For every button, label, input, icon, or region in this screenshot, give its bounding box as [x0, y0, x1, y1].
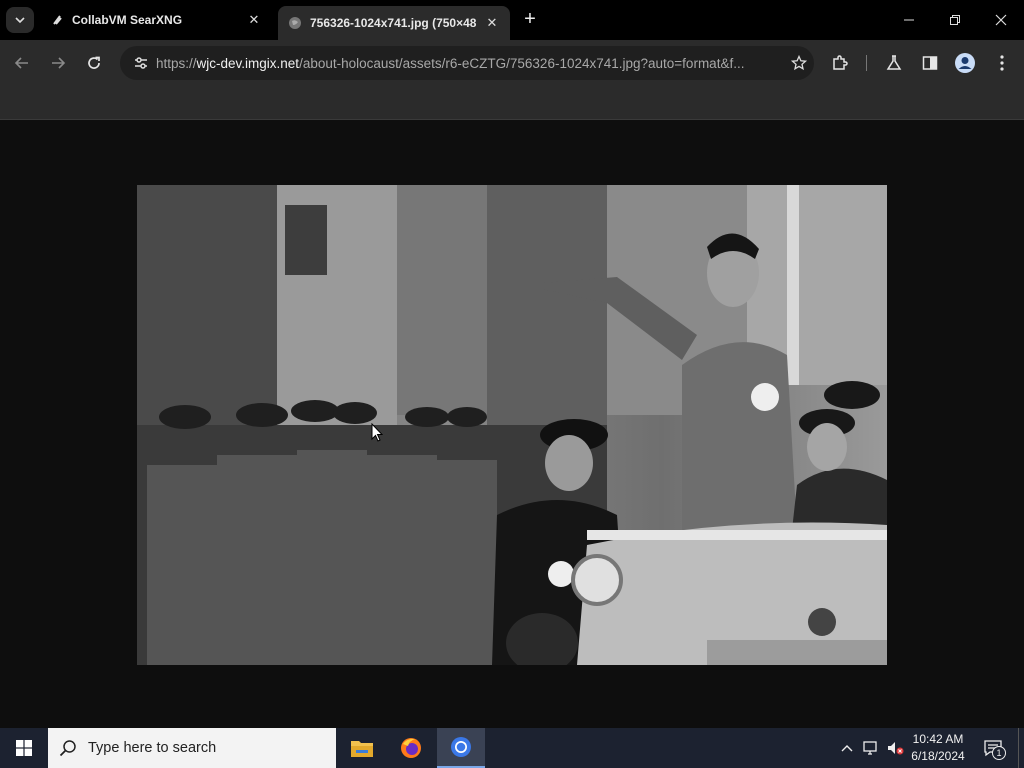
bookmark-star-icon[interactable] — [784, 55, 814, 71]
reload-button[interactable] — [83, 52, 105, 74]
network-icon — [863, 741, 877, 755]
tab-title: CollabVM SearXNG — [72, 13, 183, 27]
puzzle-icon — [833, 55, 848, 70]
labs-button[interactable] — [883, 52, 905, 74]
chevron-down-icon — [15, 17, 25, 24]
search-icon — [48, 739, 88, 757]
tab-title: 756326-1024x741.jpg (750×48 — [310, 16, 477, 30]
taskbar-search-box[interactable]: Type here to search — [48, 728, 336, 768]
profile-button[interactable] — [954, 52, 976, 74]
chevron-up-icon — [841, 745, 853, 752]
side-panel-icon — [922, 56, 938, 70]
site-info-icon[interactable] — [126, 55, 156, 71]
url-path: /about-holocaust/assets/r6-eCZTG/756326-… — [299, 55, 745, 71]
notification-count-badge: 1 — [992, 746, 1006, 760]
notification-center-button[interactable]: 1 — [978, 728, 1008, 768]
network-button[interactable] — [860, 728, 882, 768]
firefox-icon — [401, 738, 421, 758]
search-placeholder: Type here to search — [88, 740, 217, 756]
mouse-cursor-icon — [371, 423, 383, 442]
new-tab-button[interactable]: + — [520, 9, 540, 30]
flask-icon — [886, 55, 902, 70]
windows-logo-icon — [16, 740, 32, 756]
arrow-left-icon — [14, 57, 28, 69]
tab-strip: CollabVM SearXNG ✕ 756326-1024x741.jpg (… — [0, 0, 1024, 40]
url-host: wjc-dev.imgix.net — [196, 55, 300, 71]
forward-button[interactable] — [47, 52, 69, 74]
close-window-button[interactable] — [978, 0, 1024, 40]
minimize-button[interactable] — [886, 0, 932, 40]
page-content — [0, 121, 1024, 728]
reload-icon — [88, 56, 100, 69]
menu-button[interactable] — [991, 52, 1013, 74]
clock-time: 10:42 AM — [912, 732, 964, 746]
tab-collabvm-searxng[interactable]: CollabVM SearXNG ✕ — [40, 6, 272, 34]
photo-illustration — [137, 185, 887, 665]
firefox-button[interactable] — [387, 728, 435, 768]
close-tab-icon[interactable]: ✕ — [484, 15, 500, 31]
folder-icon — [351, 741, 373, 757]
kebab-menu-icon — [1000, 55, 1004, 71]
restore-icon — [950, 15, 960, 25]
displayed-image[interactable] — [137, 185, 887, 665]
tab-search-button[interactable] — [6, 7, 34, 33]
globe-favicon-icon — [288, 16, 302, 30]
start-button[interactable] — [0, 728, 48, 768]
chrome-button[interactable] — [437, 728, 485, 768]
back-button[interactable] — [11, 52, 33, 74]
extensions-button[interactable] — [829, 52, 851, 74]
close-icon — [995, 14, 1007, 26]
tab-image[interactable]: 756326-1024x741.jpg (750×48 ✕ — [278, 6, 510, 40]
searxng-favicon-icon — [50, 13, 64, 27]
side-panel-button[interactable] — [919, 52, 941, 74]
profile-avatar-icon — [955, 53, 975, 73]
url-scheme: https:// — [156, 55, 197, 71]
clock-date: 6/18/2024 — [911, 749, 965, 763]
bookmarks-bar — [0, 86, 1024, 120]
address-bar[interactable]: https://wjc-dev.imgix.net/about-holocaus… — [120, 46, 814, 80]
show-hidden-icons-button[interactable] — [838, 728, 856, 768]
taskbar: Type here to search 10:42 AM 6/18/2024 1 — [0, 728, 1024, 768]
restore-button[interactable] — [932, 0, 978, 40]
close-tab-icon[interactable]: ✕ — [246, 12, 262, 28]
url-text: https://wjc-dev.imgix.net/about-holocaus… — [156, 56, 784, 71]
minimize-icon — [904, 19, 914, 21]
taskbar-clock[interactable]: 10:42 AM 6/18/2024 — [902, 731, 974, 765]
file-explorer-button[interactable] — [338, 728, 386, 768]
show-desktop-button[interactable] — [1018, 728, 1024, 768]
arrow-right-icon — [52, 57, 66, 69]
toolbar-divider — [866, 55, 867, 71]
chrome-icon — [451, 737, 471, 757]
browser-toolbar: https://wjc-dev.imgix.net/about-holocaus… — [0, 40, 1024, 86]
